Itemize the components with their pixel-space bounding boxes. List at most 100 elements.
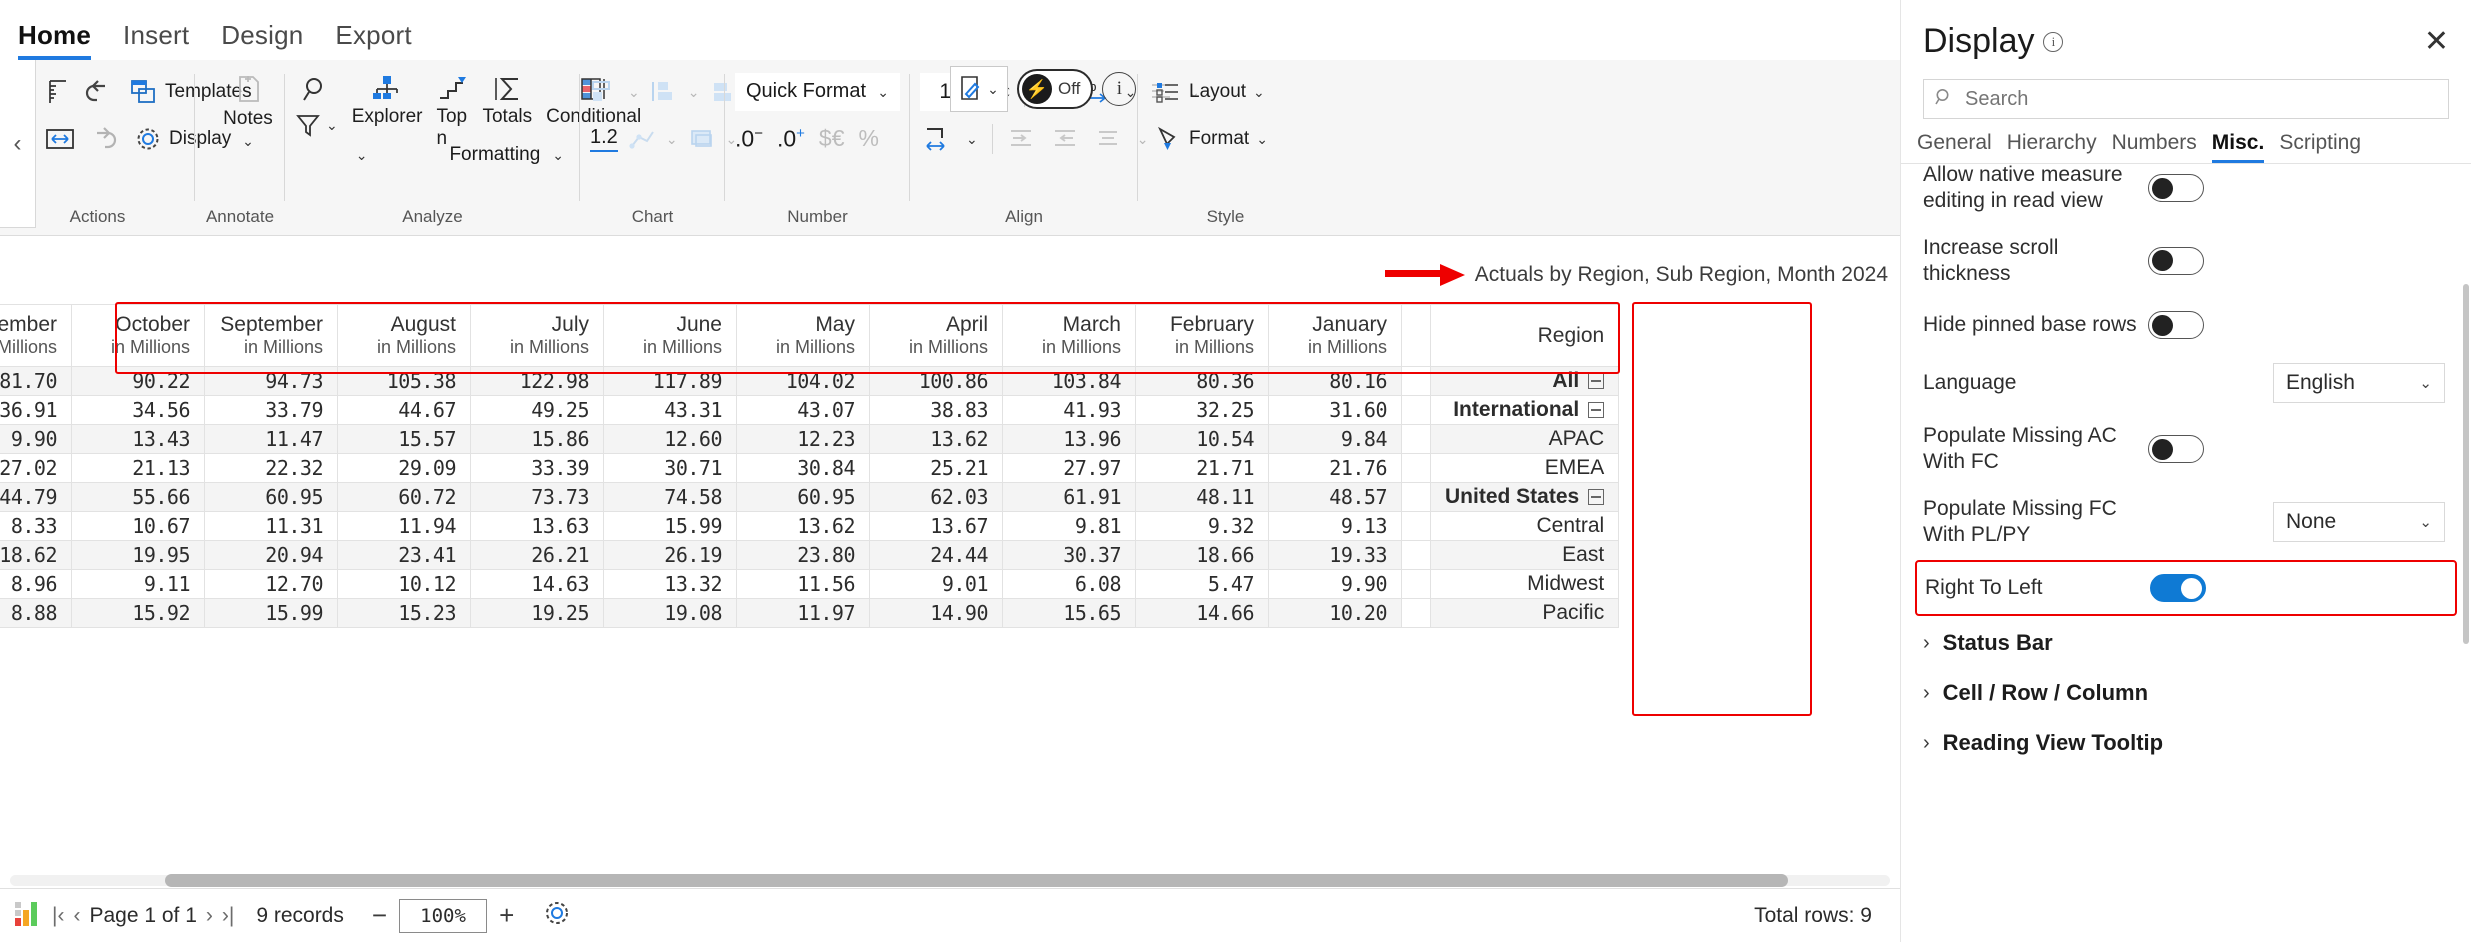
chevron-down-icon[interactable]: ⌄ — [242, 134, 254, 148]
cell-value[interactable]: 38.83 — [869, 395, 1003, 425]
cell-value[interactable]: 122.98 — [470, 366, 604, 396]
cell-value[interactable]: 13.62 — [736, 511, 870, 541]
cell-value[interactable]: 60.95 — [204, 482, 338, 512]
cell-value[interactable]: 10.12 — [337, 569, 471, 599]
cell-value[interactable]: 6.08 — [1002, 569, 1136, 599]
panel-tab-misc[interactable]: Misc. — [2211, 131, 2264, 163]
ribbon-tab-export[interactable]: Export — [335, 20, 411, 60]
cell-region[interactable]: International — [1429, 395, 1620, 425]
info-icon[interactable]: i — [2043, 31, 2064, 52]
cell-value[interactable]: 13.67 — [869, 511, 1003, 541]
search-magnifier-icon[interactable] — [300, 74, 332, 106]
top-n-button[interactable]: Top n — [436, 74, 468, 150]
search-input[interactable] — [1963, 86, 2438, 112]
cell-value[interactable]: 73.73 — [470, 482, 604, 512]
toggle-switch[interactable] — [2150, 574, 2206, 602]
cell-value[interactable]: 90.22 — [71, 366, 205, 396]
ribbon-tab-home[interactable]: Home — [18, 20, 92, 60]
table-row[interactable]: 8.33 10.67 11.31 11.94 13.63 15.99 13.62 13.67 9… — [0, 511, 1620, 541]
chevron-down-icon[interactable]: ⌄ — [666, 132, 678, 146]
column-header-january[interactable]: January in Millions — [1268, 304, 1402, 367]
dropdown-select[interactable]: English ⌄ — [2273, 363, 2445, 403]
cell-value[interactable]: 80.16 — [1268, 366, 1402, 396]
cell-value[interactable]: 9.11 — [71, 569, 205, 599]
close-icon[interactable]: ✕ — [2424, 26, 2449, 57]
cell-value[interactable]: 81.70 — [0, 366, 72, 396]
cell-region[interactable]: EMEA — [1429, 453, 1620, 483]
cell-value[interactable]: 10.20 — [1268, 598, 1402, 628]
cell-value[interactable]: 32.25 — [1135, 395, 1269, 425]
chevron-down-icon[interactable]: ⌄ — [326, 118, 338, 132]
cell-value[interactable]: 14.90 — [869, 598, 1003, 628]
live-toggle[interactable]: ⚡ Off — [1017, 69, 1094, 109]
cell-value[interactable]: 13.43 — [71, 424, 205, 454]
column-header-june[interactable]: June in Millions — [603, 304, 737, 367]
column-header-july[interactable]: July in Millions — [470, 304, 604, 367]
cell-value[interactable]: 20.94 — [204, 540, 338, 570]
cell-value[interactable]: 11.94 — [337, 511, 471, 541]
collapse-toggle-icon[interactable] — [1588, 489, 1605, 506]
column-header-october[interactable]: October in Millions — [71, 304, 205, 367]
cell-value[interactable]: 48.57 — [1268, 482, 1402, 512]
ruler-icon[interactable] — [44, 77, 74, 107]
column-header-march[interactable]: March in Millions — [1002, 304, 1136, 367]
cell-value[interactable]: 34.56 — [71, 395, 205, 425]
cell-value[interactable]: 36.91 — [0, 395, 72, 425]
cell-value[interactable]: 9.90 — [0, 424, 72, 454]
table-row[interactable]: 9.90 13.43 11.47 15.57 15.86 12.60 12.23 13.62 1… — [0, 424, 1620, 454]
zoom-in-button[interactable]: + — [499, 900, 514, 931]
collapse-toggle-icon[interactable] — [1588, 402, 1605, 419]
scrollbar-thumb[interactable] — [165, 874, 1788, 887]
cell-value[interactable]: 15.99 — [603, 511, 737, 541]
cell-value[interactable]: 21.13 — [71, 453, 205, 483]
table-row[interactable]: 44.79 55.66 60.95 60.72 73.73 74.58 60.95 62.03… — [0, 482, 1620, 512]
cell-value[interactable]: 25.21 — [869, 453, 1003, 483]
toggle-switch[interactable] — [2148, 435, 2204, 464]
cell-value[interactable]: 44.67 — [337, 395, 471, 425]
cell-region[interactable]: United States — [1429, 482, 1620, 512]
layout-button[interactable]: Layout ⌄ — [1148, 77, 1271, 107]
cell-value[interactable]: 27.02 — [0, 453, 72, 483]
cell-value[interactable]: 9.32 — [1135, 511, 1269, 541]
cell-value[interactable]: 29.09 — [337, 453, 471, 483]
cell-value[interactable]: 12.23 — [736, 424, 870, 454]
last-page-icon[interactable]: ›| — [222, 904, 234, 928]
chevron-down-icon[interactable]: ⌄ — [966, 132, 978, 146]
cell-value[interactable]: 8.88 — [0, 598, 72, 628]
cell-value[interactable]: 8.96 — [0, 569, 72, 599]
accordion-section[interactable]: › Cell / Row / Column — [1901, 668, 2471, 718]
chart-line-icon[interactable] — [628, 126, 656, 152]
accordion-section[interactable]: › Status Bar — [1901, 618, 2471, 668]
cell-value[interactable]: 9.13 — [1268, 511, 1402, 541]
panel-tab-numbers[interactable]: Numbers — [2112, 131, 2197, 163]
cell-value[interactable]: 48.11 — [1135, 482, 1269, 512]
cell-value[interactable]: 100.86 — [869, 366, 1003, 396]
cell-value[interactable]: 33.39 — [470, 453, 604, 483]
cell-value[interactable]: 10.67 — [71, 511, 205, 541]
chevron-down-icon[interactable]: ⌄ — [688, 85, 700, 99]
data-grid[interactable]: Novemberin MillionsOctoberin MillionsSep… — [0, 304, 1620, 628]
ribbon-tab-insert[interactable]: Insert — [123, 20, 189, 60]
chart-scale-label[interactable]: 1.2 — [590, 126, 618, 152]
cell-value[interactable]: 11.56 — [736, 569, 870, 599]
panel-tab-general[interactable]: General — [1917, 131, 1992, 163]
toggle-switch[interactable] — [2148, 246, 2204, 275]
cell-value[interactable]: 21.71 — [1135, 453, 1269, 483]
cell-value[interactable]: 12.60 — [603, 424, 737, 454]
cell-value[interactable]: 5.47 — [1135, 569, 1269, 599]
indent-increase-icon[interactable] — [1007, 126, 1037, 152]
cell-value[interactable]: 14.63 — [470, 569, 604, 599]
cell-value[interactable]: 9.90 — [1268, 569, 1402, 599]
cell-value[interactable]: 19.33 — [1268, 540, 1402, 570]
currency-icon[interactable]: $€ — [819, 125, 845, 152]
toggle-switch[interactable] — [2148, 311, 2204, 339]
column-header-may[interactable]: May in Millions — [736, 304, 870, 367]
cell-value[interactable]: 22.32 — [204, 453, 338, 483]
cell-value[interactable]: 80.36 — [1135, 366, 1269, 396]
table-row[interactable]: 18.62 19.95 20.94 23.41 26.21 26.19 23.80 24.44… — [0, 540, 1620, 570]
cell-value[interactable]: 19.08 — [603, 598, 737, 628]
chart-overlay-icon[interactable] — [688, 126, 716, 152]
cell-value[interactable]: 11.47 — [204, 424, 338, 454]
chart-stacked-icon[interactable] — [590, 79, 618, 105]
cell-value[interactable]: 14.66 — [1135, 598, 1269, 628]
